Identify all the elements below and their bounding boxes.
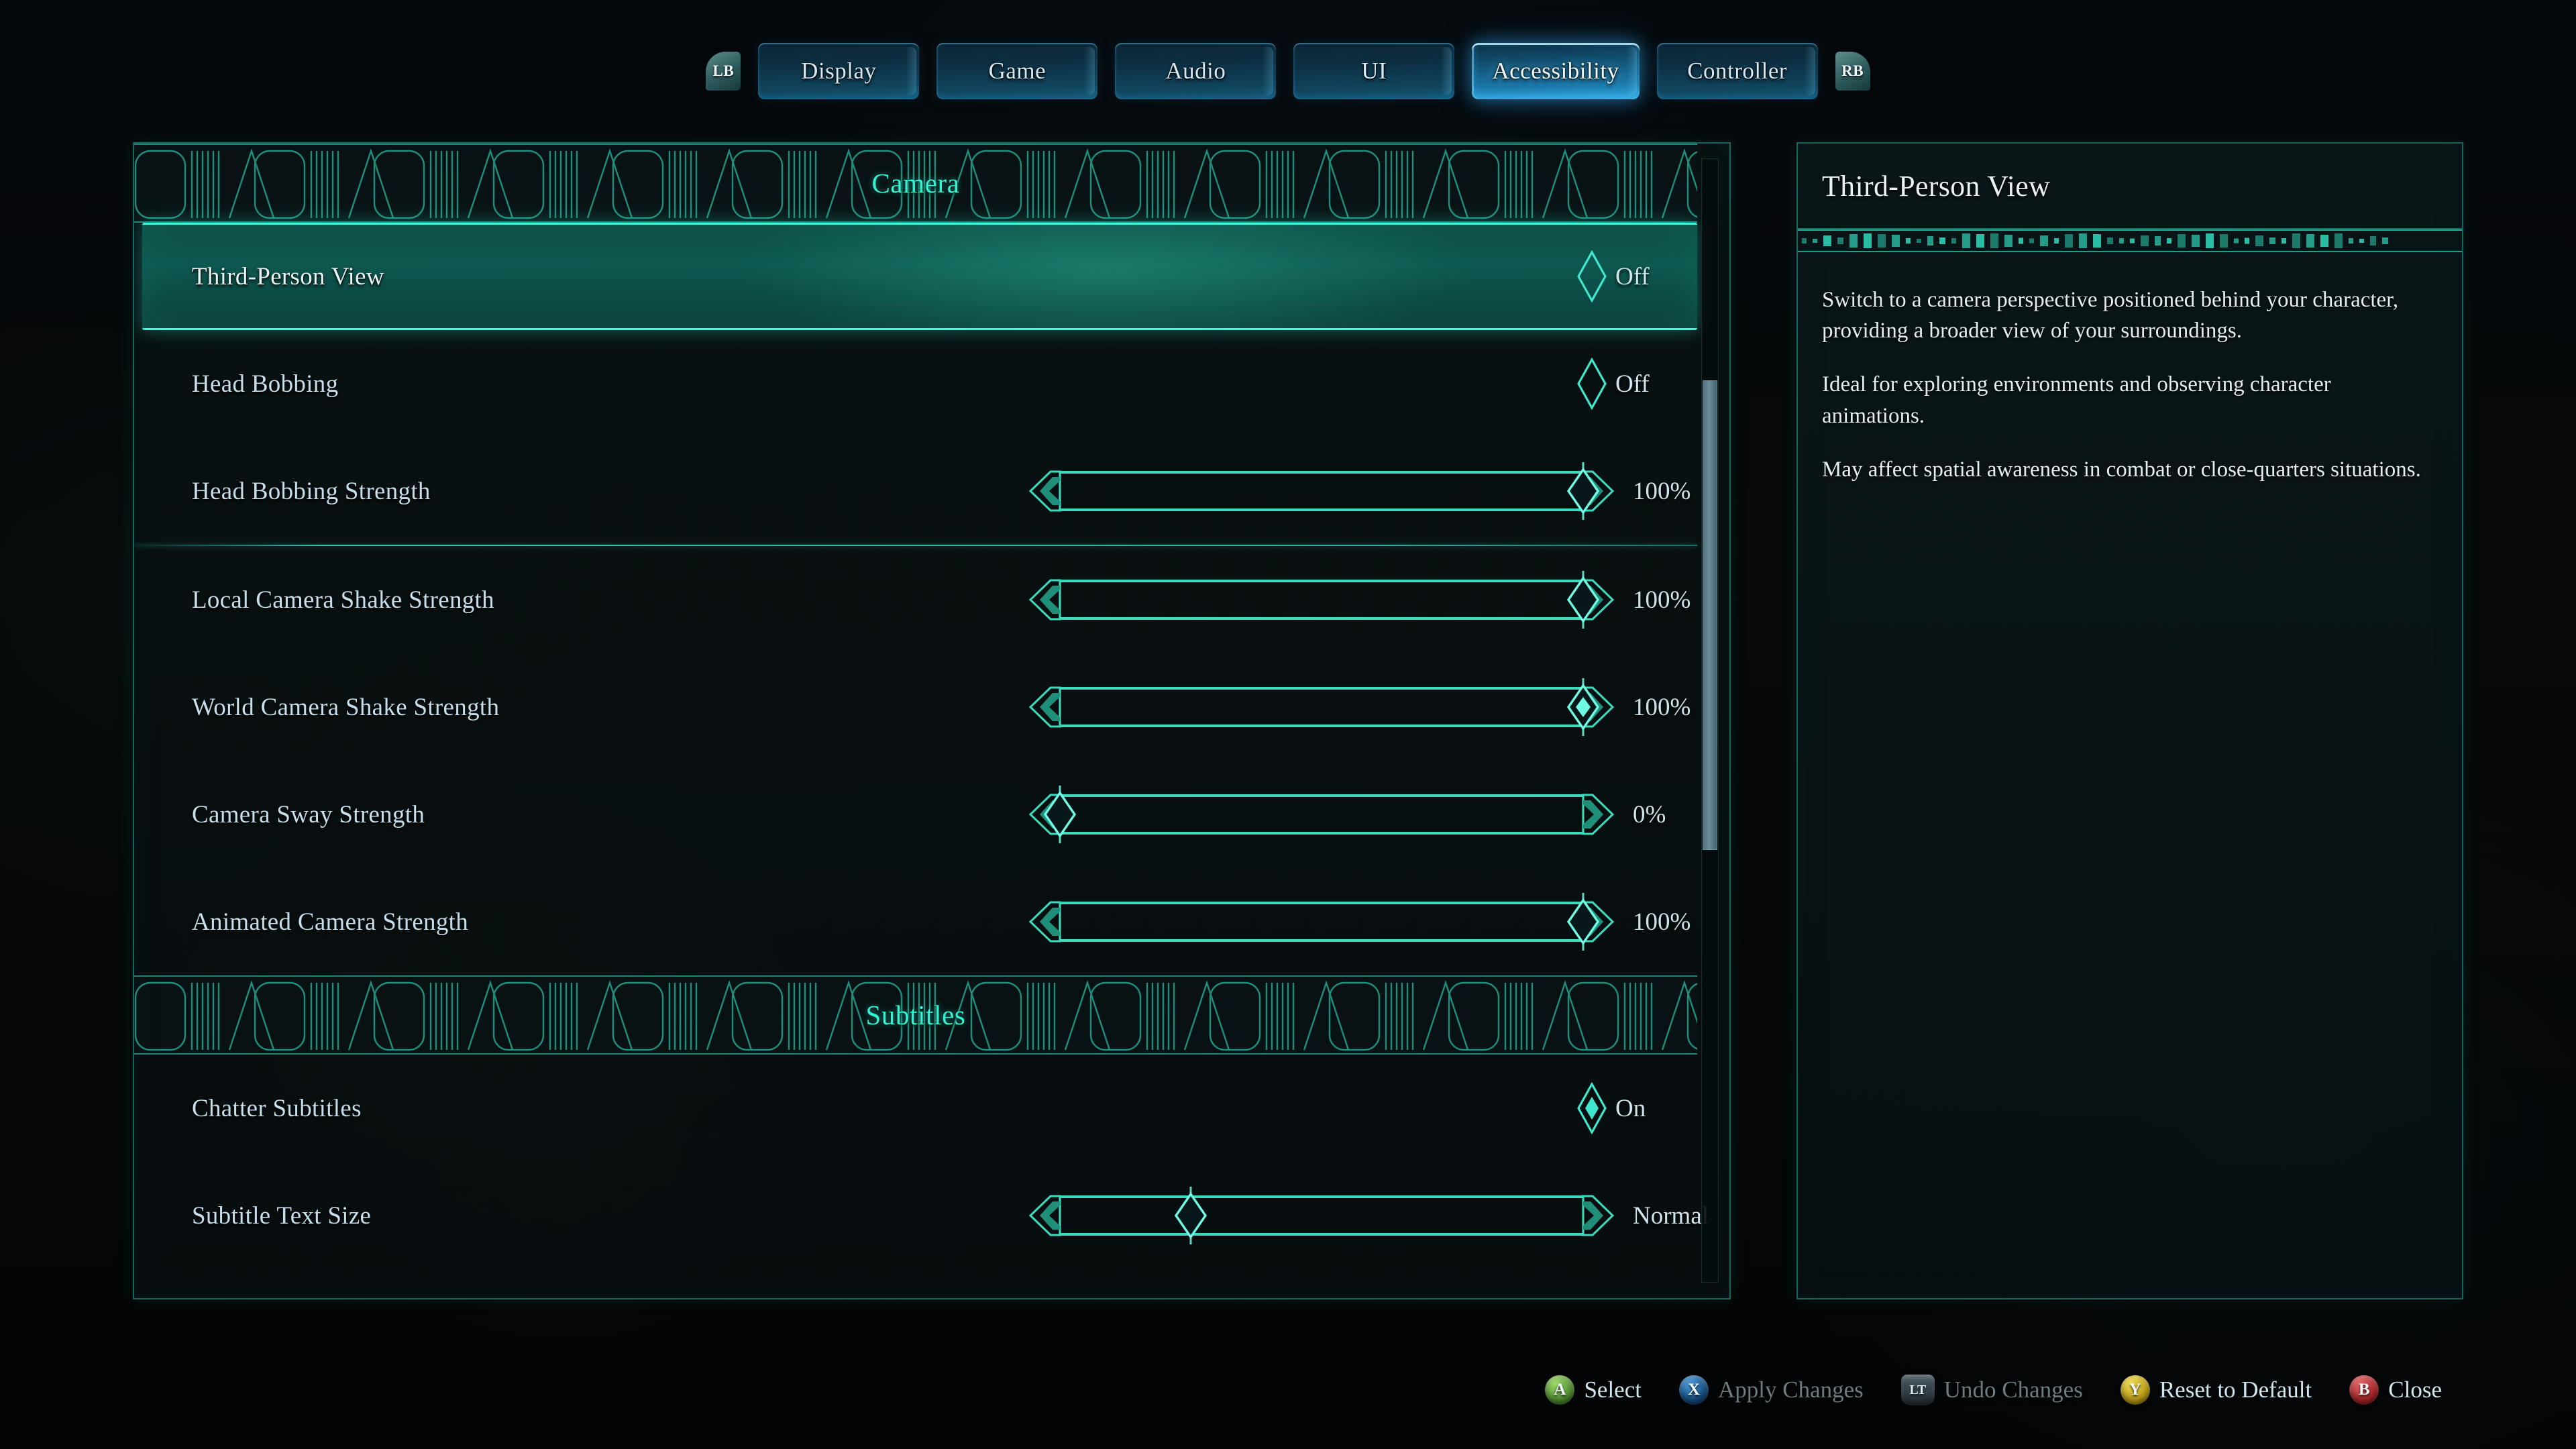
info-panel: Third-Person View Switch to a camera per… — [1796, 142, 2463, 1299]
slider-track[interactable] — [1020, 786, 1623, 843]
toggle-control[interactable]: Off — [1576, 250, 1678, 303]
slider-control[interactable]: 100% — [1020, 893, 1690, 951]
tab-label: UI — [1361, 58, 1387, 84]
tab-label: Game — [988, 58, 1046, 84]
setting-label: World Camera Shake Strength — [192, 693, 500, 721]
legend-label: Close — [2388, 1377, 2442, 1403]
button-lt-icon: LT — [1900, 1375, 1935, 1405]
slider-track[interactable] — [1020, 678, 1623, 736]
setting-row-subtitle-text-size[interactable]: Subtitle Text Size Normal — [134, 1162, 1709, 1269]
settings-rows-container: Camera Third-Person View Off Head Bobbing Of… — [134, 144, 1709, 1269]
slider-track[interactable] — [1020, 571, 1623, 629]
legend-label: Apply Changes — [1717, 1377, 1864, 1403]
toggle-value: Off — [1615, 370, 1650, 398]
left-bumper-icon[interactable]: LB — [706, 52, 741, 91]
tab-game[interactable]: Game — [936, 43, 1098, 99]
slider-control[interactable]: 100% — [1020, 678, 1690, 736]
setting-label: Camera Sway Strength — [192, 800, 425, 828]
button-b-icon: B — [2349, 1375, 2379, 1405]
slider-control[interactable]: Normal — [1020, 1187, 1709, 1244]
legend-apply-changes[interactable]: X Apply Changes — [1678, 1375, 1864, 1405]
setting-label: Animated Camera Strength — [192, 908, 469, 936]
slider-value: Normal — [1633, 1201, 1709, 1230]
settings-scrollbar-thumb[interactable] — [1703, 380, 1717, 850]
toggle-value: Off — [1615, 262, 1650, 290]
slider-value: 100% — [1633, 908, 1691, 936]
info-divider-ornament — [1798, 229, 2462, 252]
setting-row-camera-sway-strength[interactable]: Camera Sway Strength 0% — [134, 761, 1697, 868]
slider-track[interactable] — [1020, 1187, 1623, 1244]
right-bumper-icon[interactable]: RB — [1835, 52, 1870, 91]
info-panel-title: Third-Person View — [1822, 169, 2051, 203]
slider-control[interactable]: 100% — [1020, 571, 1690, 629]
setting-label: Head Bobbing — [192, 370, 339, 398]
tab-accessibility[interactable]: Accessibility — [1472, 43, 1640, 99]
button-x-icon: X — [1678, 1375, 1709, 1405]
info-paragraph: Switch to a camera perspective positione… — [1822, 288, 2399, 343]
tab-label: Controller — [1687, 58, 1788, 84]
tab-label: Display — [801, 58, 877, 84]
setting-row-animated-camera-strength[interactable]: Animated Camera Strength 100% — [134, 868, 1697, 975]
diamond-toggle-icon[interactable] — [1576, 1081, 1607, 1135]
diamond-toggle-icon[interactable] — [1576, 357, 1607, 411]
section-title: Subtitles — [865, 1000, 966, 1030]
tab-audio[interactable]: Audio — [1115, 43, 1277, 99]
tab-controller[interactable]: Controller — [1656, 43, 1818, 99]
legend-label: Select — [1584, 1377, 1642, 1403]
slider-value: 100% — [1633, 586, 1691, 614]
slider-value: 100% — [1633, 693, 1691, 721]
setting-label: Subtitle Text Size — [192, 1201, 372, 1230]
tab-label: Audio — [1165, 58, 1226, 84]
button-y-icon: Y — [2120, 1375, 2150, 1405]
section-header-subtitles: Subtitles — [134, 975, 1697, 1055]
setting-label: Head Bobbing Strength — [192, 477, 431, 505]
info-paragraph: Ideal for exploring environments and obs… — [1822, 372, 2331, 428]
settings-tab-bar: LB Display Game Audio UI Accessibility Contro… — [0, 39, 2576, 103]
setting-label: Third-Person View — [192, 262, 384, 290]
toggle-control[interactable]: Off — [1576, 357, 1678, 411]
slider-track[interactable] — [1020, 893, 1623, 951]
button-a-icon: A — [1545, 1375, 1575, 1405]
slider-value: 100% — [1633, 477, 1691, 505]
settings-panel: Camera Third-Person View Off Head Bobbing Of… — [133, 142, 1731, 1299]
legend-select[interactable]: A Select — [1545, 1375, 1642, 1405]
setting-row-world-camera-shake-strength[interactable]: World Camera Shake Strength 100% — [134, 653, 1697, 761]
tab-ui[interactable]: UI — [1293, 43, 1455, 99]
legend-close[interactable]: B Close — [2349, 1375, 2442, 1405]
setting-row-chatter-subtitles[interactable]: Chatter Subtitles On — [134, 1055, 1697, 1162]
setting-row-third-person-view[interactable]: Third-Person View Off — [142, 223, 1697, 330]
setting-row-local-camera-shake-strength[interactable]: Local Camera Shake Strength 100% — [134, 546, 1697, 653]
legend-label: Undo Changes — [1943, 1377, 2083, 1403]
setting-row-head-bobbing[interactable]: Head Bobbing Off — [134, 330, 1697, 437]
section-header-camera: Camera — [134, 144, 1697, 223]
setting-label: Local Camera Shake Strength — [192, 586, 494, 614]
slider-control[interactable]: 0% — [1020, 786, 1666, 843]
setting-row-head-bobbing-strength[interactable]: Head Bobbing Strength 100% — [134, 437, 1697, 545]
tab-display[interactable]: Display — [758, 43, 920, 99]
settings-scrollbar-track[interactable] — [1701, 158, 1719, 1283]
info-paragraph: May affect spatial awareness in combat o… — [1822, 457, 2421, 482]
diamond-toggle-icon[interactable] — [1576, 250, 1607, 303]
button-legend-bar: A Select X Apply Changes LT Undo Changes Y Rese… — [0, 1363, 2576, 1417]
tab-label: Accessibility — [1492, 58, 1619, 84]
toggle-value: On — [1615, 1094, 1646, 1122]
legend-label: Reset to Default — [2159, 1377, 2312, 1403]
legend-reset-to-default[interactable]: Y Reset to Default — [2120, 1375, 2312, 1405]
settings-scroll-viewport[interactable]: Camera Third-Person View Off Head Bobbing Of… — [134, 144, 1729, 1298]
setting-label: Chatter Subtitles — [192, 1094, 362, 1122]
tab-list: Display Game Audio UI Accessibility Controlle… — [758, 43, 1818, 99]
slider-control[interactable]: 100% — [1020, 462, 1690, 520]
slider-value: 0% — [1633, 800, 1666, 828]
info-title-container: Third-Person View — [1798, 144, 2462, 229]
toggle-control[interactable]: On — [1576, 1081, 1678, 1135]
section-title: Camera — [871, 168, 960, 199]
legend-undo-changes[interactable]: LT Undo Changes — [1900, 1375, 2083, 1405]
slider-track[interactable] — [1020, 462, 1623, 520]
info-panel-body: Switch to a camera perspective positione… — [1798, 252, 2462, 485]
